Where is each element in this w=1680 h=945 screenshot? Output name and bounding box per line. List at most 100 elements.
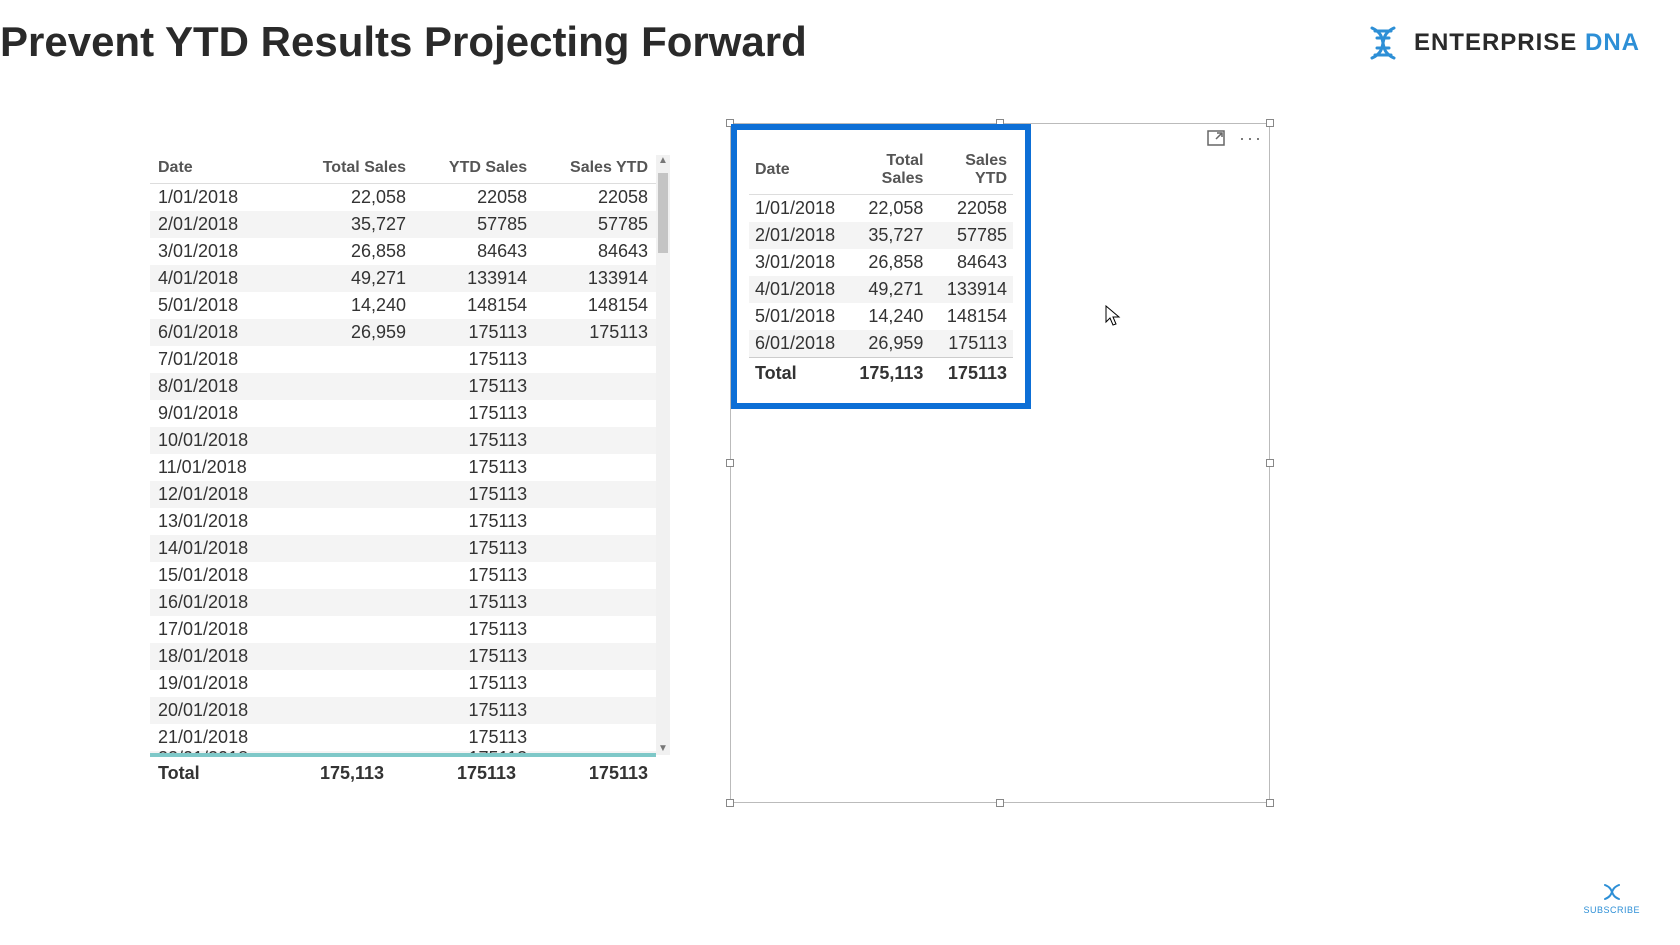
table-row[interactable]: 8/01/2018175113 [150, 373, 656, 400]
cell-total: 26,959 [841, 330, 929, 358]
table-row[interactable]: 21/01/2018175113 [150, 724, 656, 751]
cell-date: 2/01/2018 [150, 211, 286, 238]
cell-ytd: 175113 [414, 697, 535, 724]
cell-ytd: 175113 [414, 346, 535, 373]
cell-date: 20/01/2018 [150, 697, 286, 724]
table-row[interactable]: 6/01/201826,959175113 [749, 330, 1013, 358]
brand-suffix: DNA [1585, 29, 1640, 56]
table-row[interactable]: 18/01/2018175113 [150, 643, 656, 670]
scroll-down-icon[interactable]: ▼ [658, 743, 668, 755]
cell-sytd [535, 454, 656, 481]
cell-date: 21/01/2018 [150, 724, 286, 751]
cell-date: 22/01/2018 [150, 751, 286, 755]
cell-sytd: 84643 [535, 238, 656, 265]
table-row[interactable]: 2/01/201835,72757785 [749, 222, 1013, 249]
cell-total [286, 643, 414, 670]
scroll-up-icon[interactable]: ▲ [658, 155, 668, 167]
table-row[interactable]: 19/01/2018175113 [150, 670, 656, 697]
cell-ytd: 175113 [414, 373, 535, 400]
total-ytd: 175113 [392, 756, 524, 790]
cell-total [286, 751, 414, 755]
table-row[interactable]: 12/01/2018175113 [150, 481, 656, 508]
col-total-sales[interactable]: Total Sales [841, 150, 929, 195]
total-row: Total 175,113 175113 175113 [150, 756, 656, 790]
cell-sytd: 148154 [535, 292, 656, 319]
scroll-thumb[interactable] [658, 173, 668, 253]
cell-date: 11/01/2018 [150, 454, 286, 481]
cell-date: 18/01/2018 [150, 643, 286, 670]
table-row[interactable]: 15/01/2018 175113 [150, 562, 656, 589]
cell-sytd: 84643 [929, 249, 1013, 276]
table-row[interactable]: 13/01/2018175113 [150, 508, 656, 535]
table-row[interactable]: 16/01/2018175113 [150, 589, 656, 616]
cell-total: 22,058 [286, 184, 414, 212]
cell-total: 35,727 [286, 211, 414, 238]
cell-date: 6/01/2018 [749, 330, 841, 358]
table-row[interactable]: 6/01/201826,959175113175113 [150, 319, 656, 346]
table-row[interactable]: 4/01/201849,271133914 [749, 276, 1013, 303]
table-row[interactable]: 3/01/201826,8588464384643 [150, 238, 656, 265]
cell-sytd [535, 508, 656, 535]
more-options-icon[interactable]: ··· [1239, 133, 1263, 143]
table-row[interactable]: 17/01/2018175113 [150, 616, 656, 643]
col-date[interactable]: Date [749, 150, 841, 195]
col-sales-ytd[interactable]: Sales YTD [929, 150, 1013, 195]
cell-total [286, 508, 414, 535]
table-row[interactable]: 3/01/201826,85884643 [749, 249, 1013, 276]
col-total-sales[interactable]: Total Sales [286, 155, 414, 184]
subscribe-label: SUBSCRIBE [1583, 905, 1640, 915]
total-label: Total [749, 358, 841, 390]
col-date[interactable]: Date [150, 155, 286, 184]
table-row[interactable]: 14/01/2018 175113 [150, 535, 656, 562]
cell-date: 5/01/2018 [150, 292, 286, 319]
cell-ytd: 133914 [414, 265, 535, 292]
cell-total: 35,727 [841, 222, 929, 249]
table-row[interactable]: 4/01/201849,271133914133914 [150, 265, 656, 292]
cell-sytd [535, 373, 656, 400]
table-row[interactable]: 22/01/2018175113 [150, 751, 656, 755]
cell-total [286, 346, 414, 373]
cell-ytd: 175113 [414, 562, 535, 589]
table-row[interactable]: 5/01/201814,240148154 [749, 303, 1013, 330]
cell-date: 13/01/2018 [150, 508, 286, 535]
cell-total [286, 373, 414, 400]
cell-total: 49,271 [286, 265, 414, 292]
cell-ytd: 175113 [414, 535, 535, 562]
cell-date: 14/01/2018 [150, 535, 286, 562]
vertical-scrollbar[interactable]: ▲ ▼ [656, 155, 670, 755]
cell-sytd [535, 481, 656, 508]
cell-ytd: 22058 [414, 184, 535, 212]
cell-date: 19/01/2018 [150, 670, 286, 697]
table-row[interactable]: 1/01/201822,0582205822058 [150, 184, 656, 212]
cell-total [286, 427, 414, 454]
cell-date: 5/01/2018 [749, 303, 841, 330]
table-row[interactable]: 20/01/2018 175113 [150, 697, 656, 724]
table-row[interactable]: 1/01/201822,05822058 [749, 195, 1013, 223]
table-row[interactable]: 10/01/2018175113 [150, 427, 656, 454]
full-data-table: Date Total Sales YTD Sales Sales YTD 1/0… [150, 155, 656, 755]
cell-date: 4/01/2018 [749, 276, 841, 303]
total-row: Total 175,113 175113 [749, 358, 1013, 390]
cell-sytd: 133914 [535, 265, 656, 292]
cell-date: 17/01/2018 [150, 616, 286, 643]
table-row[interactable]: 9/01/2018175113 [150, 400, 656, 427]
cell-total: 14,240 [841, 303, 929, 330]
cell-total: 26,858 [286, 238, 414, 265]
table-row[interactable]: 11/01/2018175113 [150, 454, 656, 481]
table-visual-filtered[interactable]: ··· Date Total Sales Sales YTD 1/01/2018… [730, 123, 1270, 803]
cell-date: 15/01/2018 [150, 562, 286, 589]
cell-total: 22,058 [841, 195, 929, 223]
table-row[interactable]: 5/01/201814,240148154148154 [150, 292, 656, 319]
cell-total [286, 535, 414, 562]
cell-date: 3/01/2018 [150, 238, 286, 265]
cell-ytd: 57785 [414, 211, 535, 238]
table-row[interactable]: 7/01/2018175113 [150, 346, 656, 373]
subscribe-badge[interactable]: SUBSCRIBE [1583, 881, 1640, 915]
col-sales-ytd[interactable]: Sales YTD [535, 155, 656, 184]
col-ytd-sales[interactable]: YTD Sales [414, 155, 535, 184]
cell-total [286, 481, 414, 508]
focus-mode-icon[interactable] [1207, 130, 1225, 146]
cell-sytd: 148154 [929, 303, 1013, 330]
table-row[interactable]: 2/01/201835,7275778557785 [150, 211, 656, 238]
table-visual-full[interactable]: Date Total Sales YTD Sales Sales YTD 1/0… [150, 155, 670, 785]
